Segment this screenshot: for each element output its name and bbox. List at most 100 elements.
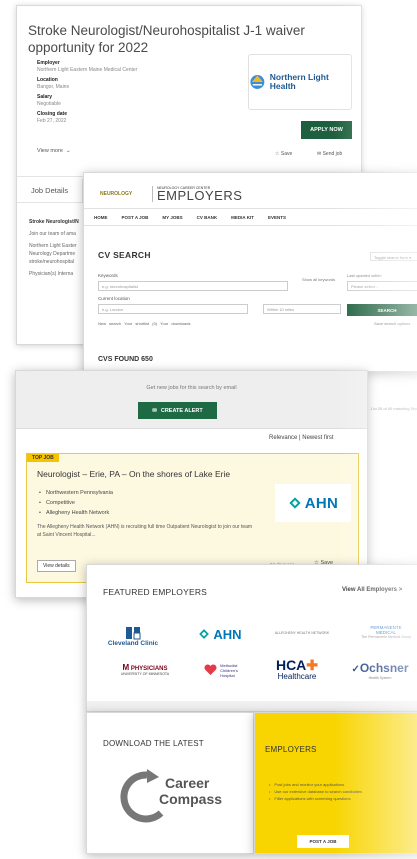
employer-logo-text: Northern Light Health	[269, 72, 329, 91]
brand-block: NEUROLOGY CAREER CENTER EMPLOYERS	[157, 186, 242, 202]
employers-title: EMPLOYERS	[265, 745, 317, 754]
top-job-badge: TOP JOB	[27, 454, 59, 462]
nav-item-home[interactable]: HOME	[94, 215, 108, 220]
save-label: Save	[280, 151, 293, 157]
page-title: CV SEARCH	[98, 250, 151, 260]
ochsner-logo[interactable]: ✓Ochsner Health System	[343, 660, 417, 682]
allegheny-logo[interactable]: ALLEGHENY HEALTH NETWORK	[267, 627, 337, 639]
view-all-employers-link[interactable]: View All Employers >	[342, 587, 402, 593]
employers-benefits: Post jobs and monitor your applications …	[269, 781, 414, 802]
main-nav: HOME POST A JOB MY JOBS CV BANK MEDIA KI…	[84, 208, 417, 226]
keywords-label: Keywords	[98, 273, 118, 278]
apply-now-button[interactable]: APPLY NOW	[301, 121, 352, 139]
search-button[interactable]: SEARCH	[347, 304, 417, 316]
featured-employers-card: FEATURED EMPLOYERS View All Employers > …	[86, 564, 417, 712]
ochsner-text: Ochsner	[359, 661, 409, 675]
cleveland-clinic-logo[interactable]: Cleveland Clinic	[103, 621, 163, 651]
hca-text: HCA	[275, 656, 307, 673]
m-physicians-logo[interactable]: M PHYSICIANS UNIVERSITY OF MINNESOTA	[109, 660, 181, 678]
location-input[interactable]: e.g. London	[98, 304, 248, 314]
cv-search-card: NEUROLOGY NEUROLOGY CAREER CENTER EMPLOY…	[83, 172, 417, 372]
list-item: Northwestern Pennsylvania	[39, 488, 113, 498]
keywords-input[interactable]: e.g. neurohospitalist	[98, 281, 288, 291]
sort-options[interactable]: Relevance | Newest first	[269, 435, 334, 441]
m-physicians-label: M PHYSICIANS	[122, 663, 167, 672]
matching-count: 1 to 20 of 40 matching Sto	[370, 406, 417, 411]
hca-healthcare-logo[interactable]: HCA✚ Healthcare	[267, 655, 327, 683]
save-job-button[interactable]: ☆ Save	[275, 151, 292, 157]
m-physicians-subtitle: UNIVERSITY OF MINNESOTA	[120, 671, 170, 676]
cleveland-clinic-label: Cleveland Clinic	[107, 639, 159, 647]
list-item: Competitive	[39, 498, 113, 508]
radius-select[interactable]: Within 10 miles	[263, 304, 341, 314]
results-count: CVS FOUND 650	[98, 356, 153, 363]
mch-line: Methodist	[220, 662, 238, 668]
card-footer	[87, 701, 417, 711]
send-label: Send job	[322, 151, 343, 157]
save-search-options[interactable]: Save search options	[374, 321, 410, 326]
plus-icon: ✚	[306, 656, 319, 673]
career-compass-text: Compass	[159, 791, 223, 807]
location-value: Bangor, Maine	[37, 83, 70, 90]
alert-message: Get new jobs for this search by email	[146, 385, 237, 391]
employers-promo-card: EMPLOYERS Post jobs and monitor your app…	[254, 712, 417, 854]
hca-label: HCA✚	[276, 658, 318, 672]
job-meta: Employer Northern Light Eastern Maine Me…	[37, 60, 237, 128]
nav-item-events[interactable]: EVENTS	[268, 215, 286, 220]
section-title: FEATURED EMPLOYERS	[103, 587, 208, 597]
permanente-line: The Permanente Medical Group	[361, 634, 411, 639]
toggle-search-form[interactable]: Toggle search form ▾	[370, 252, 417, 261]
employer-logo: Northern Light Health	[248, 54, 352, 110]
ochsner-subtitle: Health System	[368, 676, 392, 680]
closing-date-value: Feb 27, 2022	[37, 117, 67, 124]
nav-item-my-jobs[interactable]: MY JOBS	[162, 215, 182, 220]
alert-banner	[16, 371, 367, 429]
permanente-logo[interactable]: PERMANENTE MEDICAL The Permanente Medica…	[351, 620, 417, 644]
career-compass-text: Career	[165, 775, 210, 791]
create-alert-label: CREATE ALERT	[160, 407, 203, 414]
list-item: Allegheny Health Network	[39, 508, 113, 518]
mch-line: Hospital	[220, 672, 235, 678]
ahn-logo[interactable]: AHN	[190, 623, 250, 645]
post-a-job-button[interactable]: POST A JOB	[297, 835, 349, 848]
search-links[interactable]: New search Your shortlist (0) Your downl…	[98, 321, 191, 326]
nav-item-cv-bank[interactable]: CV BANK	[197, 215, 218, 220]
location-label: Current location	[98, 296, 130, 301]
ahn-diamond-icon	[289, 497, 301, 509]
nav-item-media-kit[interactable]: MEDIA KIT	[231, 215, 254, 220]
view-more-link[interactable]: View more ⌄	[37, 148, 71, 154]
top-job-title[interactable]: Neurologist – Erie, PA – On the shores o…	[37, 469, 230, 479]
site-header: NEUROLOGY NEUROLOGY CAREER CENTER EMPLOY…	[100, 184, 410, 204]
northern-light-icon	[250, 75, 265, 89]
last-updated-select[interactable]: Please select...	[347, 281, 417, 291]
methodist-childrens-logo[interactable]: Methodist Children's Hospital	[191, 658, 251, 682]
job-title: Stroke Neurologist/Neurohospitalist J-1 …	[28, 23, 305, 55]
send-job-button[interactable]: ✉ Send job	[317, 151, 342, 157]
nav-item-post-a-job[interactable]: POST A JOB	[122, 215, 149, 220]
last-updated-label: Last updated within	[347, 273, 382, 278]
ahn-diamond-icon	[199, 629, 210, 639]
ahn-logo-text: AHN	[213, 626, 242, 642]
site-logo[interactable]: NEUROLOGY	[100, 191, 140, 197]
list-item: Use our extensive database to search can…	[269, 788, 414, 795]
career-compass-logo[interactable]: Career Compass	[117, 769, 227, 829]
view-details-button[interactable]: View details	[37, 560, 76, 572]
view-more-label: View more	[37, 148, 63, 154]
check-icon: ✓	[351, 664, 360, 675]
chevron-down-icon: ⌄	[64, 148, 71, 154]
top-job-description: The Allegheny Health Network (AHN) is re…	[37, 524, 253, 538]
salary-value: Negotiable	[37, 100, 61, 107]
methodist-childrens-text: Methodist Children's Hospital	[220, 663, 238, 678]
cleveland-clinic-icon	[126, 626, 141, 639]
mch-line: Children's	[220, 667, 238, 673]
ahn-logo: AHN	[275, 484, 351, 522]
ahn-logo-text: AHN	[304, 494, 339, 512]
download-card: DOWNLOAD THE LATEST Career Compass	[86, 712, 254, 854]
ochsner-label: ✓Ochsner	[351, 662, 408, 676]
hca-subtitle: Healthcare	[277, 671, 317, 681]
tab-job-details[interactable]: Job Details	[17, 179, 83, 202]
create-alert-button[interactable]: ✉ CREATE ALERT	[138, 402, 217, 419]
brand-title: EMPLOYERS	[157, 188, 243, 203]
heart-icon	[204, 664, 217, 675]
show-all-keywords[interactable]: Show all keywords	[302, 277, 335, 282]
